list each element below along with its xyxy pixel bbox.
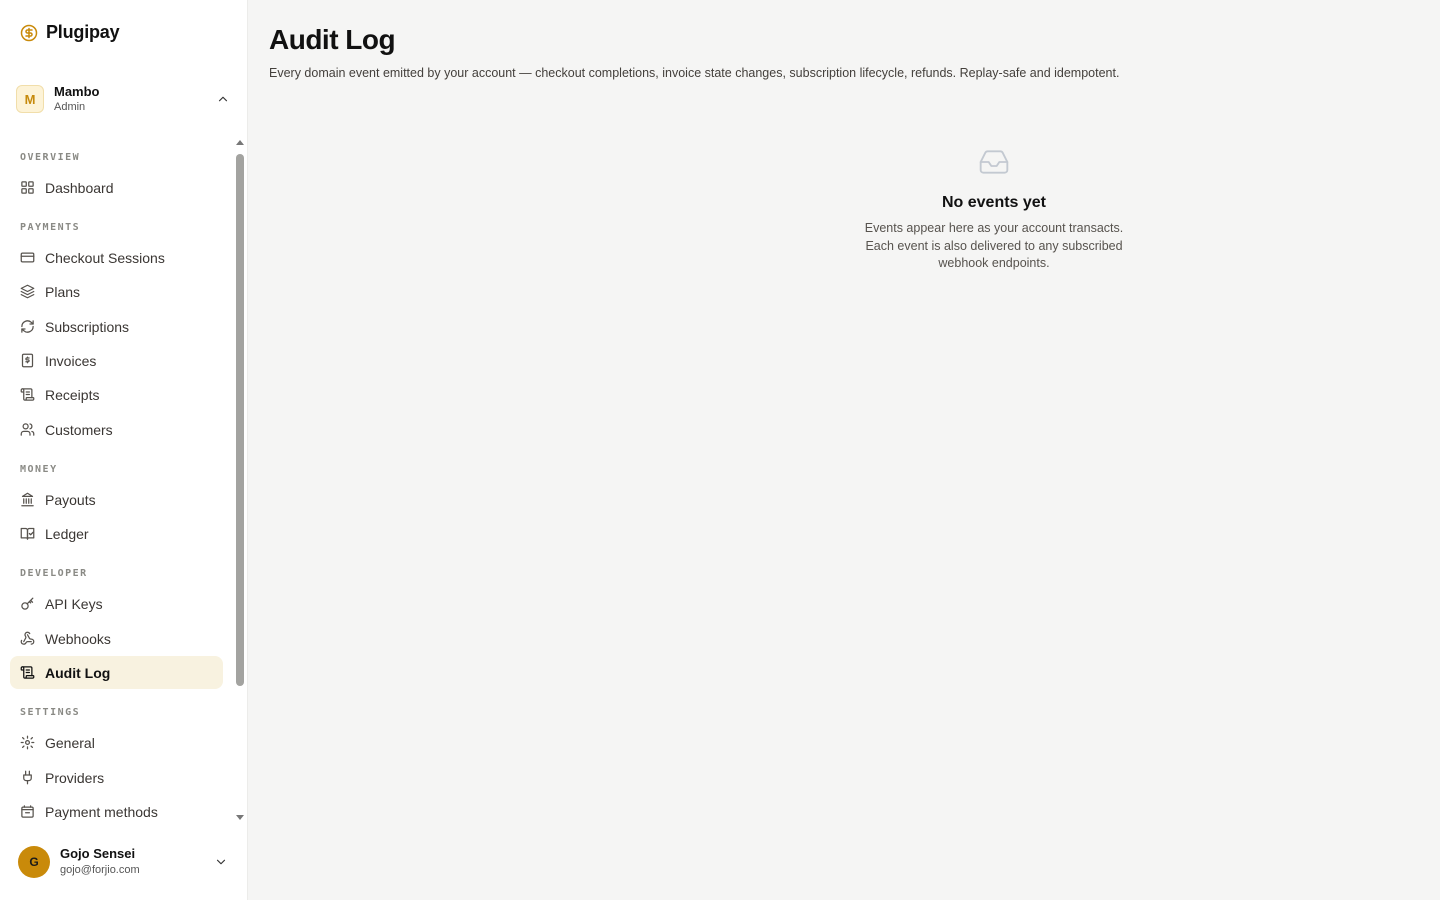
sidebar-item-receipts[interactable]: Receipts xyxy=(10,378,223,411)
empty-state-line: Events appear here as your account trans… xyxy=(864,221,1124,235)
plug-icon xyxy=(20,770,35,785)
sidebar-item-label: Payment methods xyxy=(45,803,158,820)
webhook-icon xyxy=(20,631,35,646)
org-switcher[interactable]: M Mambo Admin xyxy=(16,84,232,114)
sidebar-item-label: Plans xyxy=(45,283,81,300)
sidebar-item-audit-log[interactable]: Audit Log xyxy=(10,656,223,689)
scroll-up-arrow-icon[interactable] xyxy=(236,140,244,145)
sidebar-item-label: Ledger xyxy=(45,525,89,542)
org-name: Mambo xyxy=(54,83,100,99)
section-label-developer: DEVELOPER xyxy=(20,568,88,579)
org-role: Admin xyxy=(54,100,86,113)
sidebar-item-checkout-sessions[interactable]: Checkout Sessions xyxy=(10,241,223,274)
key-icon xyxy=(20,596,35,611)
sidebar-item-subscriptions[interactable]: Subscriptions xyxy=(10,310,223,343)
sidebar-item-label: Webhooks xyxy=(45,630,111,647)
sidebar-item-label: Checkout Sessions xyxy=(45,249,165,266)
scroll-text-icon xyxy=(20,387,35,402)
section-label-payments: PAYMENTS xyxy=(20,222,81,233)
scrollbar-thumb[interactable] xyxy=(236,154,244,686)
scroll-text-icon xyxy=(20,665,35,680)
sidebar-item-label: Invoices xyxy=(45,352,97,369)
gear-icon xyxy=(20,735,35,750)
scroll-down-arrow-icon[interactable] xyxy=(236,815,244,820)
chevron-down-icon xyxy=(214,855,228,869)
sidebar-item-api-keys[interactable]: API Keys xyxy=(10,587,223,620)
sidebar-item-label: General xyxy=(45,734,95,751)
page-description: Every domain event emitted by your accou… xyxy=(269,66,1120,80)
brand[interactable]: Plugipay xyxy=(20,22,120,43)
credit-card-icon xyxy=(20,250,35,265)
sidebar-item-customers[interactable]: Customers xyxy=(10,413,223,446)
inbox-icon xyxy=(978,146,1010,178)
dollar-coin-icon xyxy=(20,24,38,42)
section-label-overview: OVERVIEW xyxy=(20,152,81,163)
sidebar-scrollbar[interactable] xyxy=(234,140,247,824)
sidebar-item-label: Payouts xyxy=(45,491,96,508)
sidebar-item-general[interactable]: General xyxy=(10,726,223,759)
wallet-icon xyxy=(20,804,35,819)
bank-icon xyxy=(20,492,35,507)
sidebar-item-providers[interactable]: Providers xyxy=(10,761,223,794)
sidebar-item-plans[interactable]: Plans xyxy=(10,275,223,308)
layers-icon xyxy=(20,284,35,299)
sidebar-item-invoices[interactable]: Invoices xyxy=(10,344,223,377)
sidebar-item-payment-methods[interactable]: Payment methods xyxy=(10,795,223,828)
sidebar-item-payouts[interactable]: Payouts xyxy=(10,483,223,516)
refresh-icon xyxy=(20,319,35,334)
sidebar-item-label: Subscriptions xyxy=(45,318,130,335)
empty-state-description: Events appear here as your account trans… xyxy=(854,220,1134,273)
sidebar-item-dashboard[interactable]: Dashboard xyxy=(10,171,223,204)
avatar: G xyxy=(18,846,50,878)
empty-state-title: No events yet xyxy=(941,194,1047,211)
sidebar-item-label: Providers xyxy=(45,769,105,786)
layout-grid-icon xyxy=(20,180,35,195)
sidebar-item-label: Receipts xyxy=(45,386,100,403)
sidebar-item-label: Customers xyxy=(45,421,113,438)
sidebar-item-label: Dashboard xyxy=(45,179,114,196)
sidebar-nav: OVERVIEW Dashboard PAYMENTS Checkout Ses… xyxy=(0,140,234,830)
sidebar-item-label: API Keys xyxy=(45,595,103,612)
book-icon xyxy=(20,526,35,541)
section-label-settings: SETTINGS xyxy=(20,707,81,718)
user-menu[interactable]: G Gojo Sensei gojo@forjio.com xyxy=(18,846,232,878)
sidebar: Plugipay M Mambo Admin OVERVIEW Dashboar… xyxy=(0,0,248,900)
section-label-money: MONEY xyxy=(20,464,58,475)
sidebar-item-ledger[interactable]: Ledger xyxy=(10,517,223,550)
invoice-icon xyxy=(20,353,35,368)
brand-name: Plugipay xyxy=(46,22,120,42)
empty-state-line: Each event is also delivered to any subs… xyxy=(865,238,1123,253)
page-title: Audit Log xyxy=(269,24,396,55)
user-email: gojo@forjio.com xyxy=(60,863,140,876)
sidebar-item-webhooks[interactable]: Webhooks xyxy=(10,622,223,655)
org-avatar: M xyxy=(16,85,44,113)
users-icon xyxy=(20,422,35,437)
empty-state: No events yet Events appear here as your… xyxy=(844,146,1144,273)
sidebar-item-label: Audit Log xyxy=(45,664,111,681)
user-name: Gojo Sensei xyxy=(60,845,136,861)
chevron-up-icon xyxy=(216,92,230,106)
empty-state-line: webhook endpoints. xyxy=(938,256,1050,270)
